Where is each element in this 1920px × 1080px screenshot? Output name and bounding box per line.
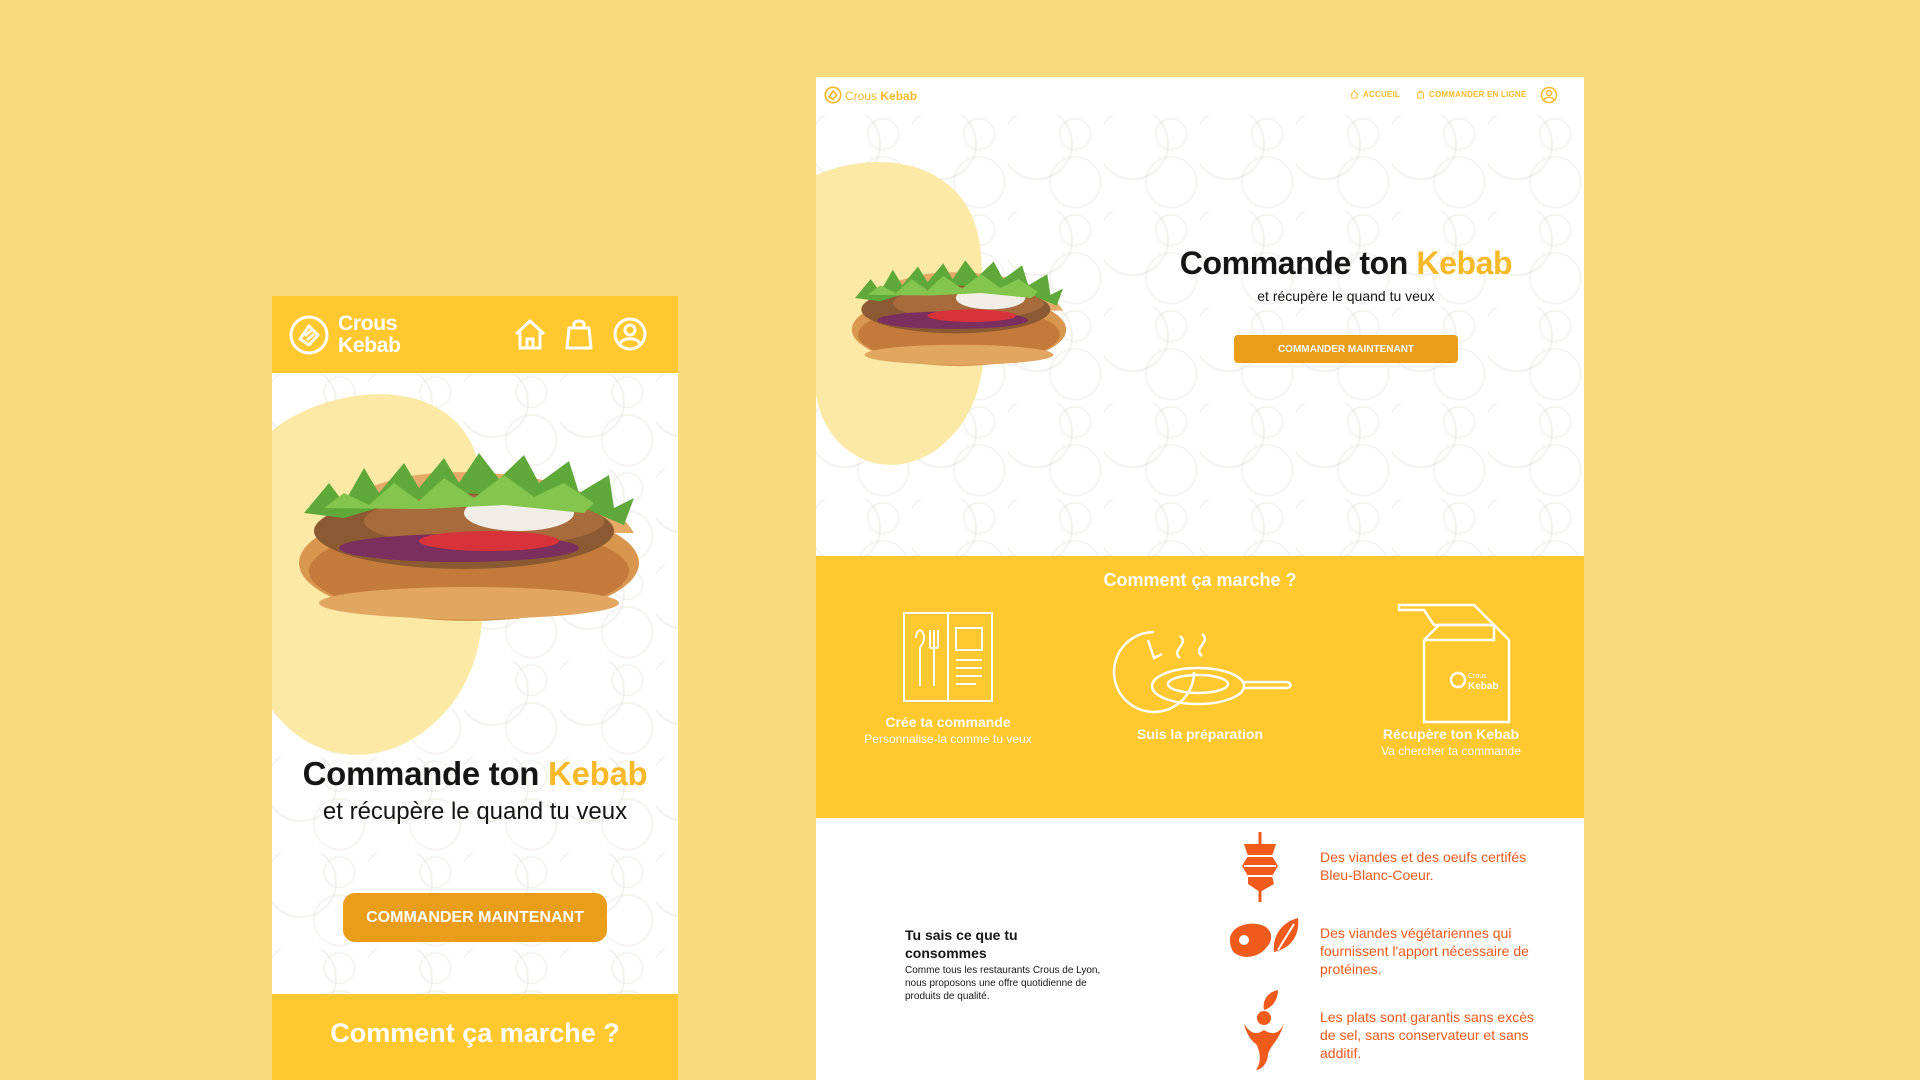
mobile-how-section: Comment ça marche ? bbox=[272, 994, 678, 1080]
brand-line2: Kebab bbox=[338, 334, 401, 357]
desktop-hero-title: Commande ton Kebab bbox=[1136, 245, 1556, 282]
mobile-header: Crous Kebab bbox=[272, 296, 678, 373]
nav-home-label: ACCUEIL bbox=[1363, 90, 1400, 99]
kebab-spit-icon bbox=[1242, 832, 1278, 902]
bag-icon[interactable] bbox=[561, 316, 597, 352]
mobile-brand[interactable]: Crous Kebab bbox=[338, 313, 401, 357]
mobile-hero-subtitle: et récupère le quand tu veux bbox=[322, 798, 628, 825]
step-1-desc: Personnalise-la comme tu veux bbox=[864, 732, 1032, 746]
mobile-mockup: Crous Kebab Commande ton Kebab et récupè… bbox=[272, 296, 678, 1080]
steak-leaf-icon bbox=[1230, 918, 1299, 957]
user-icon[interactable] bbox=[612, 316, 648, 352]
nav-order-online-label: COMMANDER EN LIGNE bbox=[1429, 90, 1527, 99]
brand-line1: Crous bbox=[338, 312, 398, 335]
info-title: Tu sais ce que tu consommes bbox=[905, 927, 1018, 961]
feature-3: Les plats sont garantis sans excès de se… bbox=[1320, 1009, 1535, 1061]
desktop-mockup: Crous Kebab ACCUEIL COMMANDER EN LIGNE C… bbox=[816, 77, 1584, 1080]
feature-1: Des viandes et des oeufs certifés Bleu-B… bbox=[1320, 849, 1527, 883]
title-accent: Kebab bbox=[548, 755, 648, 792]
menu-book-icon bbox=[903, 612, 993, 702]
step-1: Crée ta commande Personnalise-la comme t… bbox=[826, 714, 1070, 746]
step-1-title: Crée ta commande bbox=[885, 714, 1011, 730]
kebab-image bbox=[299, 453, 639, 621]
desktop-hero: Commande ton Kebab et récupère le quand … bbox=[816, 115, 1584, 556]
desktop-how-title: Comment ça marche ? bbox=[1103, 570, 1297, 590]
kebab-image bbox=[851, 260, 1067, 367]
healthy-person-icon bbox=[1244, 990, 1284, 1070]
svg-text:Crous: Crous bbox=[1468, 673, 1487, 680]
step-3: Récupère ton Kebab Va chercher ta comman… bbox=[1328, 726, 1574, 758]
home-icon[interactable] bbox=[512, 316, 548, 352]
bag-icon bbox=[1416, 90, 1425, 99]
mobile-order-now-button[interactable]: COMMANDER MAINTENANT bbox=[343, 893, 607, 942]
nav-home[interactable]: ACCUEIL bbox=[1350, 90, 1400, 99]
desktop-hero-subtitle: et récupère le quand tu veux bbox=[1257, 288, 1435, 304]
feature-2: Des viandes végétariennes qui fournissen… bbox=[1320, 925, 1529, 977]
brand-line2: Kebab bbox=[880, 89, 918, 103]
takeaway-bag-icon: Crous Kebab bbox=[1397, 603, 1511, 724]
crous-kebab-logo-icon bbox=[289, 315, 329, 355]
user-icon[interactable] bbox=[1540, 86, 1558, 104]
title-main: Commande ton bbox=[302, 755, 549, 792]
mobile-hero-title: Commande ton Kebab bbox=[272, 755, 678, 793]
mobile-how-title: Comment ça marche ? bbox=[330, 1018, 620, 1048]
desktop-brand[interactable]: Crous Kebab bbox=[845, 89, 917, 103]
mobile-hero: Commande ton Kebab et récupère le quand … bbox=[272, 373, 678, 994]
step-2-title: Suis la préparation bbox=[1136, 726, 1264, 742]
desktop-info-section: Tu sais ce que tu consommes Comme tous l… bbox=[816, 818, 1584, 1080]
desktop-how-section: Comment ça marche ? Crée ta commande Per… bbox=[816, 556, 1584, 818]
pan-timer-icon bbox=[1112, 630, 1292, 714]
title-main: Commande ton bbox=[1179, 245, 1417, 281]
svg-text:Kebab: Kebab bbox=[1468, 681, 1499, 692]
nav-order-online[interactable]: COMMANDER EN LIGNE bbox=[1416, 90, 1526, 99]
home-icon bbox=[1350, 90, 1359, 99]
desktop-order-now-button[interactable]: COMMANDER MAINTENANT bbox=[1234, 335, 1458, 363]
step-3-title: Récupère ton Kebab bbox=[1382, 726, 1520, 742]
step-2: Suis la préparation bbox=[1076, 726, 1324, 742]
crous-kebab-logo-icon[interactable] bbox=[824, 86, 842, 104]
step-3-desc: Va chercher ta commande bbox=[1381, 744, 1521, 758]
title-accent: Kebab bbox=[1416, 245, 1513, 281]
brand-line1: Crous bbox=[845, 89, 878, 103]
desktop-header: Crous Kebab ACCUEIL COMMANDER EN LIGNE bbox=[816, 77, 1584, 115]
info-description: Comme tous les restaurants Crous de Lyon… bbox=[905, 965, 1101, 1002]
